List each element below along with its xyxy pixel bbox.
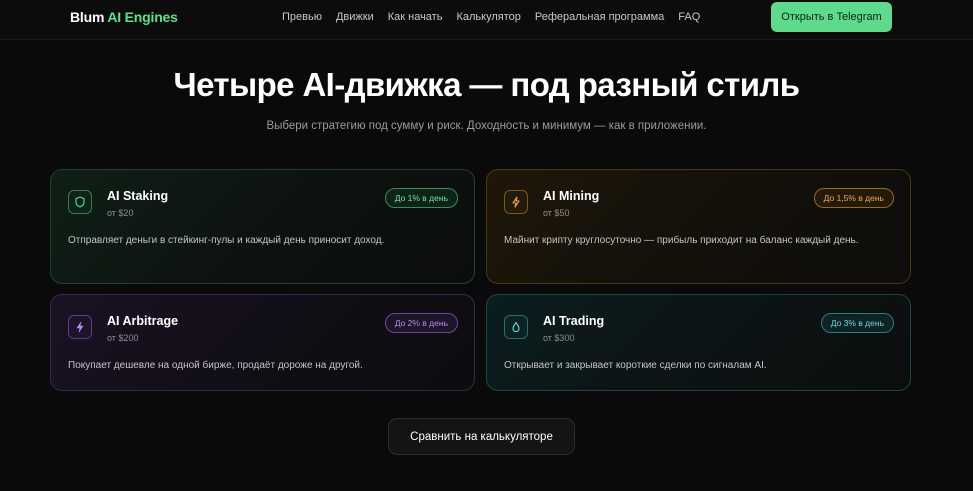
engine-name: AI Mining	[543, 189, 600, 203]
yield-badge: До 1% в день	[384, 188, 458, 208]
page-title: Четыре AI-движка — под разный стиль	[173, 66, 801, 103]
engine-name: AI Staking	[107, 189, 169, 203]
engine-name: AI Arbitrage	[107, 314, 179, 328]
nav-link-how-to-start[interactable]: Как начать	[388, 11, 443, 23]
engine-description: Покупает дешевле на одной бирже, продаёт…	[68, 360, 363, 371]
engine-card-mining[interactable]: AI Mining от $50 До 1,5% в день Майнит к…	[486, 169, 911, 284]
engine-card-arbitrage[interactable]: AI Arbitrage от $200 До 2% в день Покупа…	[50, 294, 475, 391]
engine-minimum: от $20	[107, 208, 134, 218]
engine-minimum: от $200	[107, 333, 139, 343]
nav-link-preview[interactable]: Превью	[282, 11, 322, 23]
compare-calculator-button[interactable]: Сравнить на калькуляторе	[388, 418, 575, 455]
engine-minimum: от $50	[543, 208, 570, 218]
bolt-icon	[68, 315, 92, 339]
nav-link-faq[interactable]: FAQ	[678, 11, 700, 23]
open-telegram-button[interactable]: Открыть в Telegram	[771, 2, 892, 32]
engine-name: AI Trading	[543, 314, 605, 328]
yield-badge: До 1,5% в день	[813, 188, 894, 208]
lightning-icon	[504, 190, 528, 214]
engine-card-trading[interactable]: AI Trading от $300 До 3% в день Открывае…	[486, 294, 911, 391]
yield-badge: До 3% в день	[820, 313, 894, 333]
nav-link-referral[interactable]: Реферальная программа	[535, 11, 664, 23]
logo-accent: AI Engines	[107, 9, 178, 25]
top-nav: Blum AI Engines Превью Движки Как начать…	[0, 0, 973, 40]
nav-link-calculator[interactable]: Калькулятор	[456, 11, 520, 23]
page-subtitle: Выбери стратегию под сумму и риск. Доход…	[266, 120, 707, 132]
nav-links: Превью Движки Как начать Калькулятор Реф…	[282, 11, 700, 23]
yield-badge: До 2% в день	[384, 313, 458, 333]
drop-icon	[504, 315, 528, 339]
nav-link-engines[interactable]: Движки	[336, 11, 374, 23]
engine-description: Отправляет деньги в стейкинг-пулы и кажд…	[68, 235, 385, 246]
engine-minimum: от $300	[543, 333, 575, 343]
shield-icon	[68, 190, 92, 214]
engine-description: Майнит крипту круглосуточно — прибыль пр…	[504, 235, 859, 246]
logo-brand: Blum	[70, 9, 105, 25]
logo[interactable]: Blum AI Engines	[70, 9, 178, 25]
engine-description: Открывает и закрывает короткие сделки по…	[504, 360, 767, 371]
engine-card-staking[interactable]: AI Staking от $20 До 1% в день Отправляе…	[50, 169, 475, 284]
